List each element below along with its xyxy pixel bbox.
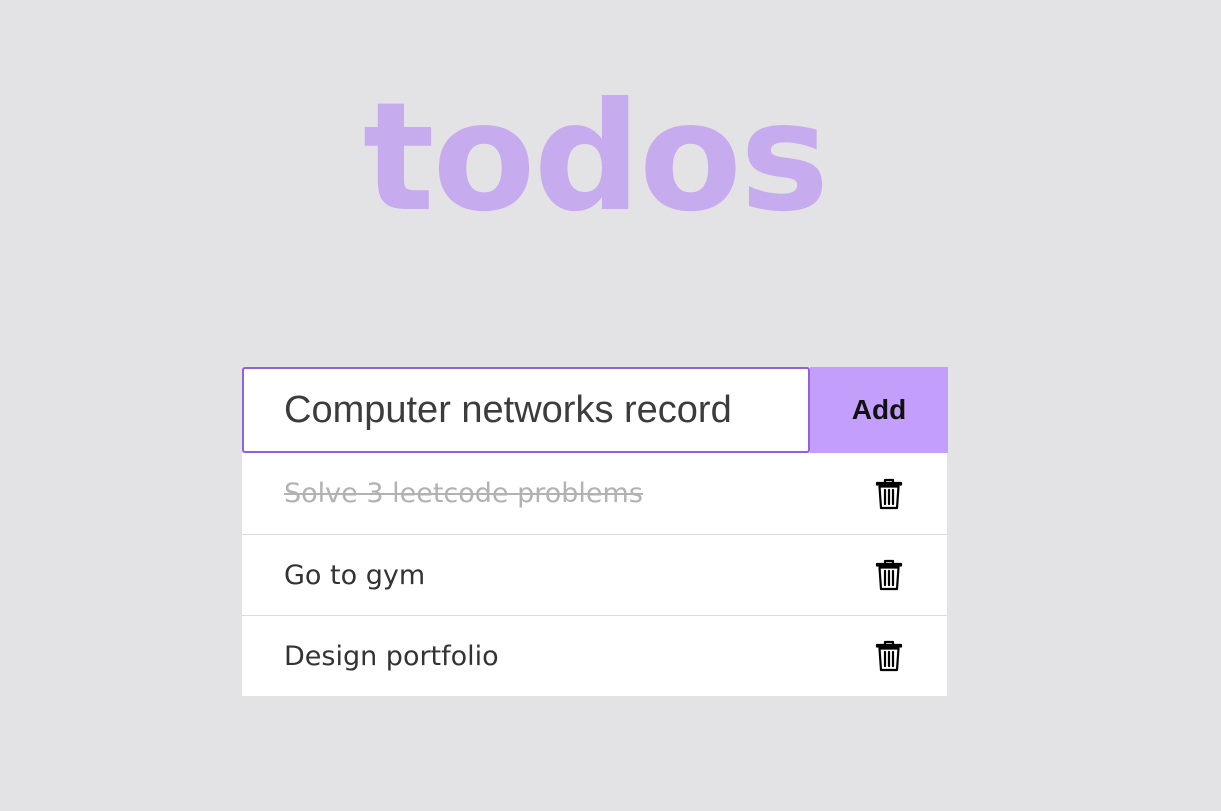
delete-todo-button[interactable] [875, 477, 905, 511]
new-todo-input[interactable] [242, 367, 810, 453]
todo-item[interactable]: Go to gym [242, 534, 947, 615]
new-todo-form: Add [242, 367, 948, 453]
todo-item[interactable]: Design portfolio [242, 615, 947, 696]
app-title: todos [362, 71, 829, 245]
trash-icon [875, 478, 903, 509]
add-button[interactable]: Add [810, 367, 948, 453]
delete-todo-button[interactable] [875, 558, 905, 592]
delete-todo-button[interactable] [875, 639, 905, 673]
todo-text[interactable]: Go to gym [284, 560, 425, 591]
trash-icon [875, 640, 903, 672]
todo-panel: Add Solve 3 leetcode problems Go to gym [242, 367, 948, 696]
trash-icon [875, 559, 903, 591]
todo-text[interactable]: Solve 3 leetcode problems [284, 478, 643, 509]
todo-list: Solve 3 leetcode problems Go to gym Desi… [242, 453, 947, 696]
todo-text[interactable]: Design portfolio [284, 641, 499, 672]
todo-item[interactable]: Solve 3 leetcode problems [242, 453, 947, 534]
